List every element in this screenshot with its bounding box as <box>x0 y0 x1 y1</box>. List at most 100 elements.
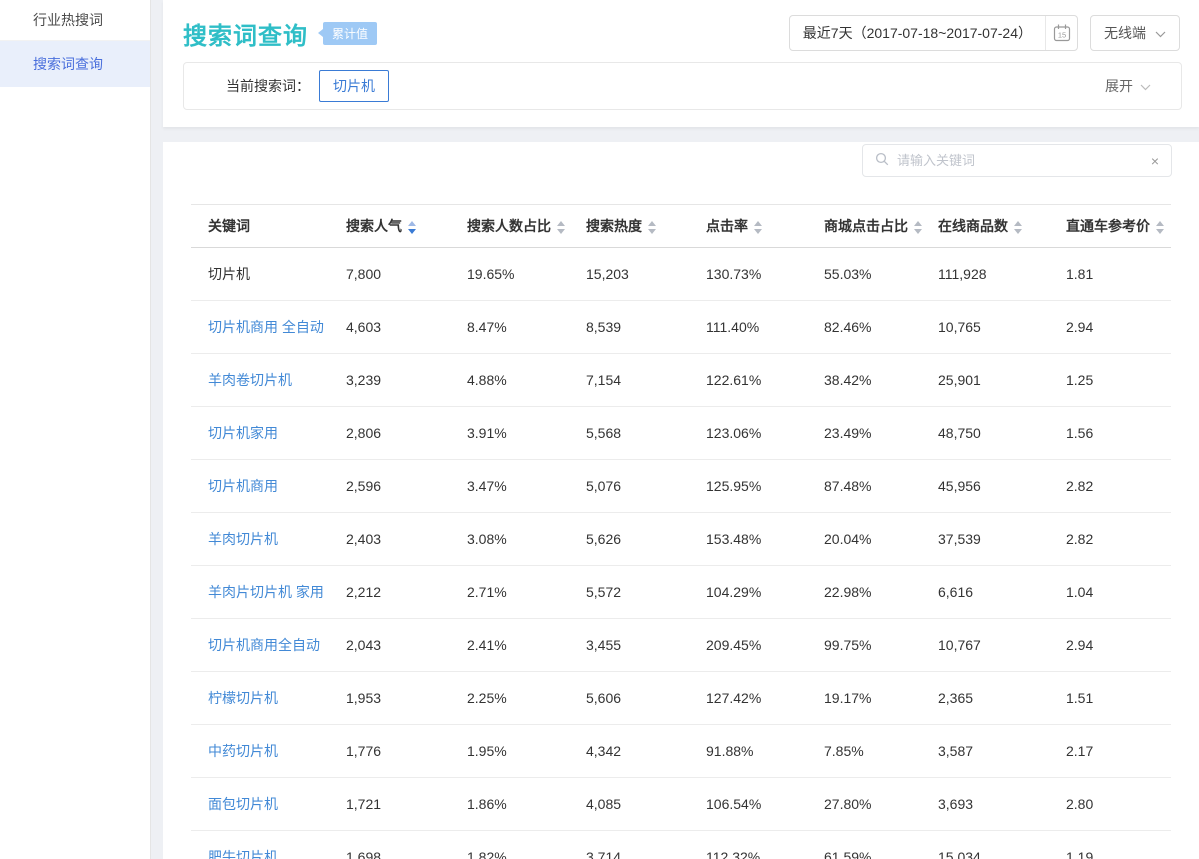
column-header-label: 搜索人气 <box>346 218 402 234</box>
date-range-picker[interactable]: 最近7天（2017-07-18~2017-07-24） 15 <box>789 15 1078 51</box>
keyword-link[interactable]: 切片机商用 <box>191 460 346 513</box>
column-header[interactable]: 商城点击占比 <box>824 205 938 248</box>
expand-label: 展开 <box>1105 76 1133 96</box>
value-cell: 127.42% <box>706 672 824 725</box>
keyword-search-box[interactable]: × <box>862 144 1172 177</box>
value-cell: 125.95% <box>706 460 824 513</box>
column-header[interactable]: 点击率 <box>706 205 824 248</box>
column-header[interactable]: 搜索热度 <box>586 205 706 248</box>
value-cell: 19.65% <box>467 248 586 301</box>
sort-icon[interactable] <box>1014 221 1022 234</box>
table-row: 柠檬切片机1,9532.25%5,606127.42%19.17%2,3651.… <box>191 672 1171 725</box>
sort-icon[interactable] <box>408 221 416 234</box>
table-row: 羊肉卷切片机3,2394.88%7,154122.61%38.42%25,901… <box>191 354 1171 407</box>
value-cell: 2.17 <box>1066 725 1171 778</box>
keyword-link[interactable]: 面包切片机 <box>191 778 346 831</box>
value-cell: 20.04% <box>824 513 938 566</box>
keyword-link[interactable]: 羊肉片切片机 家用 <box>191 566 346 619</box>
current-search-term-label: 当前搜索词： <box>226 76 310 96</box>
value-cell: 3,239 <box>346 354 467 407</box>
column-header[interactable]: 在线商品数 <box>938 205 1066 248</box>
table-row: 切片机商用全自动2,0432.41%3,455209.45%99.75%10,7… <box>191 619 1171 672</box>
value-cell: 1.04 <box>1066 566 1171 619</box>
value-cell: 130.73% <box>706 248 824 301</box>
value-cell: 1.51 <box>1066 672 1171 725</box>
value-cell: 4,603 <box>346 301 467 354</box>
value-cell: 91.88% <box>706 725 824 778</box>
value-cell: 2,596 <box>346 460 467 513</box>
search-icon <box>875 152 889 169</box>
current-keyword-chip[interactable]: 切片机 <box>319 70 389 102</box>
sort-icon[interactable] <box>914 221 922 234</box>
chevron-down-icon <box>1140 78 1151 94</box>
value-cell: 104.29% <box>706 566 824 619</box>
sort-icon[interactable] <box>648 221 656 234</box>
value-cell: 2,212 <box>346 566 467 619</box>
table-row: 切片机商用 全自动4,6038.47%8,539111.40%82.46%10,… <box>191 301 1171 354</box>
value-cell: 3,693 <box>938 778 1066 831</box>
keyword-link[interactable]: 切片机商用 全自动 <box>191 301 346 354</box>
value-cell: 5,606 <box>586 672 706 725</box>
sort-icon[interactable] <box>1156 221 1164 234</box>
value-cell: 25,901 <box>938 354 1066 407</box>
keyword-link[interactable]: 羊肉卷切片机 <box>191 354 346 407</box>
value-cell: 7.85% <box>824 725 938 778</box>
title-row: 搜索词查询 累计值 最近7天（2017-07-18~2017-07-24） 15 <box>163 0 1199 52</box>
value-cell: 111,928 <box>938 248 1066 301</box>
table-body: 切片机7,80019.65%15,203130.73%55.03%111,928… <box>191 248 1171 859</box>
value-cell: 5,626 <box>586 513 706 566</box>
keyword-link[interactable]: 柠檬切片机 <box>191 672 346 725</box>
value-cell: 2.25% <box>467 672 586 725</box>
calendar-icon[interactable]: 15 <box>1045 16 1077 50</box>
value-cell: 27.80% <box>824 778 938 831</box>
value-cell: 1,698 <box>346 831 467 859</box>
table-row: 中药切片机1,7761.95%4,34291.88%7.85%3,5872.17 <box>191 725 1171 778</box>
table-row: 羊肉切片机2,4033.08%5,626153.48%20.04%37,5392… <box>191 513 1171 566</box>
expand-toggle[interactable]: 展开 <box>1105 76 1151 96</box>
current-search-term-panel: 当前搜索词： 切片机 展开 <box>183 62 1182 110</box>
value-cell: 22.98% <box>824 566 938 619</box>
page-title: 搜索词查询 <box>183 16 308 51</box>
column-header[interactable]: 搜索人数占比 <box>467 205 586 248</box>
keyword-search-input[interactable] <box>897 153 1151 168</box>
keyword-link[interactable]: 羊肉切片机 <box>191 513 346 566</box>
value-cell: 99.75% <box>824 619 938 672</box>
value-cell: 2,043 <box>346 619 467 672</box>
value-cell: 8.47% <box>467 301 586 354</box>
keyword-link[interactable]: 中药切片机 <box>191 725 346 778</box>
value-cell: 5,568 <box>586 407 706 460</box>
keyword-link[interactable]: 切片机商用全自动 <box>191 619 346 672</box>
value-cell: 209.45% <box>706 619 824 672</box>
column-header-label: 点击率 <box>706 218 748 234</box>
value-cell: 23.49% <box>824 407 938 460</box>
keyword-link[interactable]: 切片机家用 <box>191 407 346 460</box>
value-cell: 3,455 <box>586 619 706 672</box>
clear-search-icon[interactable]: × <box>1151 154 1159 168</box>
column-header-label: 直通车参考价 <box>1066 218 1150 234</box>
value-cell: 4.88% <box>467 354 586 407</box>
value-cell: 19.17% <box>824 672 938 725</box>
sidebar-item-search-term-query[interactable]: 搜索词查询 <box>0 41 150 87</box>
value-cell: 112.32% <box>706 831 824 859</box>
value-cell: 1.81 <box>1066 248 1171 301</box>
terminal-select[interactable]: 无线端 <box>1090 15 1180 51</box>
value-cell: 2.71% <box>467 566 586 619</box>
column-header[interactable]: 搜索人气 <box>346 205 467 248</box>
value-cell: 2,403 <box>346 513 467 566</box>
value-cell: 4,085 <box>586 778 706 831</box>
value-cell: 2.82 <box>1066 513 1171 566</box>
sidebar-item-industry-hot-words[interactable]: 行业热搜词 <box>0 0 150 41</box>
keyword-link[interactable]: 肥牛切片机 <box>191 831 346 859</box>
value-cell: 3,714 <box>586 831 706 859</box>
column-header[interactable]: 直通车参考价 <box>1066 205 1171 248</box>
value-cell: 15,203 <box>586 248 706 301</box>
cumulative-value-badge: 累计值 <box>323 22 377 45</box>
value-cell: 3.47% <box>467 460 586 513</box>
value-cell: 1,953 <box>346 672 467 725</box>
value-cell: 4,342 <box>586 725 706 778</box>
sort-icon[interactable] <box>557 221 565 234</box>
date-range-text[interactable]: 最近7天（2017-07-18~2017-07-24） <box>790 16 1045 50</box>
results-panel: × 关键词搜索人气搜索人数占比搜索热度点击率商城点击占比在线商品数直通车参考价 … <box>163 142 1199 859</box>
svg-text:15: 15 <box>1057 31 1065 40</box>
sort-icon[interactable] <box>754 221 762 234</box>
